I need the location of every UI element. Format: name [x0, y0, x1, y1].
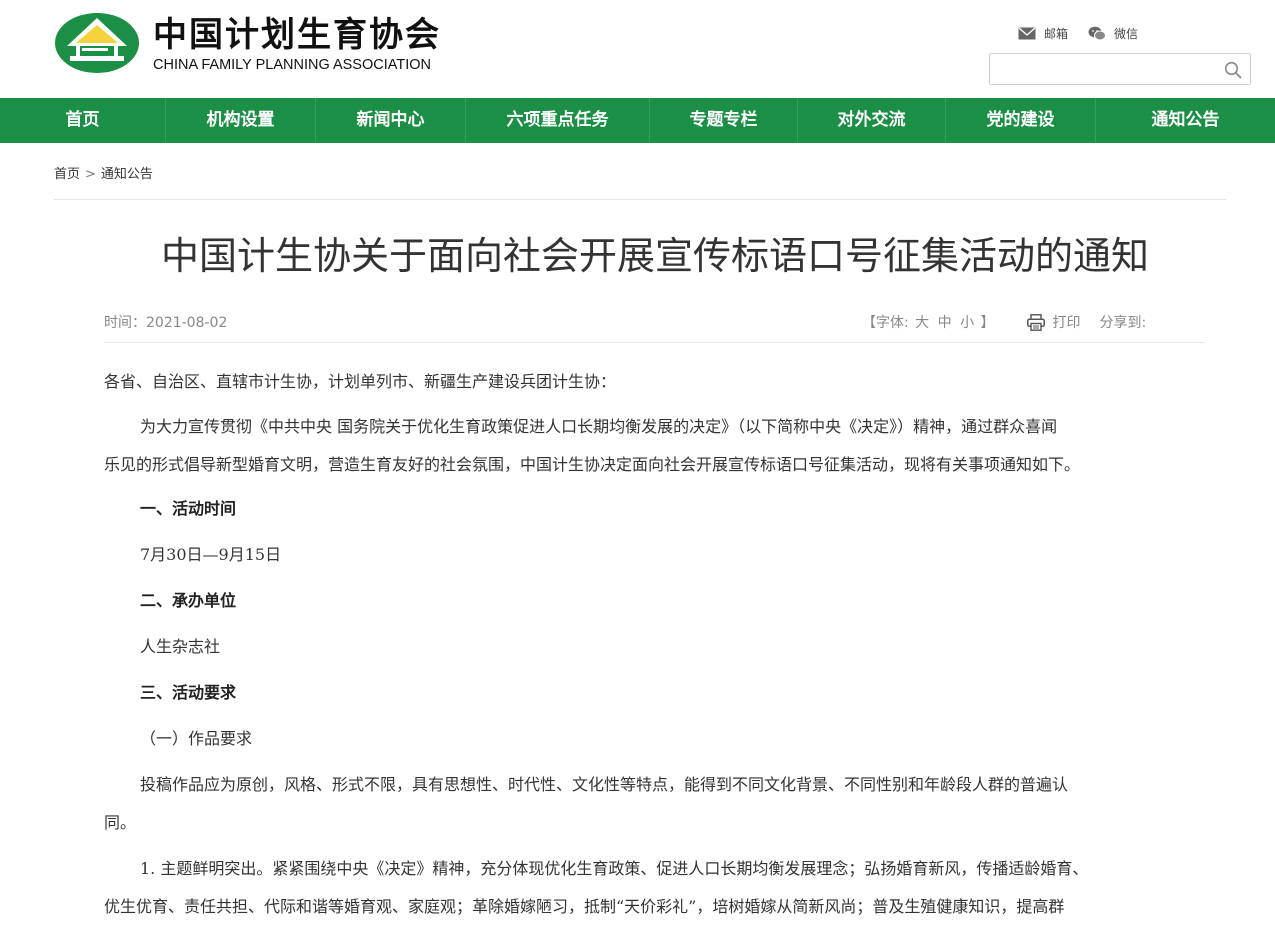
main-nav: 首页 机构设置 新闻中心 六项重点任务 专题专栏 对外交流 党的建设 通知公告 — [0, 98, 1275, 143]
printer-icon — [1026, 313, 1045, 331]
search-input[interactable] — [990, 54, 1210, 84]
publish-time: 时间：2021-08-02 — [104, 315, 228, 331]
article-paragraph: 同。 — [104, 813, 137, 832]
print-button[interactable]: 打印 — [1026, 312, 1081, 332]
article-paragraph: 投稿作品应为原创，风格、形式不限，具有思想性、时代性、文化性等特点，能得到不同文… — [140, 775, 1069, 794]
article-paragraph: 优生优育、责任共担、代际和谐等婚育观、家庭观；革除婚嫁陋习，抵制“天价彩礼”，培… — [104, 897, 1065, 916]
nav-item-special-topics[interactable]: 专题专栏 — [650, 98, 798, 143]
nav-item-organization[interactable]: 机构设置 — [166, 98, 316, 143]
logo-icon[interactable] — [54, 12, 140, 74]
print-label: 打印 — [1052, 315, 1081, 331]
nav-item-party-building[interactable]: 党的建设 — [946, 98, 1096, 143]
page-title: 中国计生协关于面向社会开展宣传标语口号征集活动的通知 — [160, 234, 1149, 278]
nav-item-news[interactable]: 新闻中心 — [316, 98, 466, 143]
article-paragraph: 乐见的形式倡导新型婚育文明，营造生育友好的社会氛围，中国计生协决定面向社会开展宣… — [104, 455, 1081, 474]
search-icon[interactable] — [1224, 61, 1242, 79]
breadcrumb-home-link[interactable]: 首页 — [54, 167, 80, 182]
nav-item-foreign-exchange[interactable]: 对外交流 — [798, 98, 946, 143]
logo-subtitle: CHINA FAMILY PLANNING ASSOCIATION — [153, 57, 431, 73]
article-paragraph: 为大力宣传贯彻《中共中央 国务院关于优化生育政策促进人口长期均衡发展的决定》（以… — [140, 417, 1058, 436]
mail-label: 邮箱 — [1044, 26, 1069, 41]
divider — [54, 199, 1226, 200]
sub-heading: （一）作品要求 — [140, 729, 253, 748]
font-size-medium[interactable]: 中 — [938, 315, 952, 331]
mail-link[interactable]: 邮箱 — [1018, 25, 1068, 42]
font-label-close: 】 — [980, 315, 995, 331]
divider — [104, 342, 1204, 343]
search-box — [989, 53, 1251, 85]
article-paragraph: 各省、自治区、直辖市计生协，计划单列市、新疆生产建设兵团计生协： — [104, 372, 617, 391]
top-links: 邮箱 微信 — [1018, 24, 1158, 42]
article-paragraph: 7月30日—9月15日 — [140, 545, 282, 564]
article-paragraph: 人生杂志社 — [140, 637, 221, 656]
wechat-link[interactable]: 微信 — [1088, 25, 1138, 42]
breadcrumb: 首页 > 通知公告 — [54, 163, 153, 182]
nav-item-home[interactable]: 首页 — [0, 98, 166, 143]
section-heading: 三、活动要求 — [140, 683, 237, 702]
mail-icon — [1018, 26, 1036, 39]
nav-item-key-tasks[interactable]: 六项重点任务 — [466, 98, 650, 143]
share-label: 分享到: — [1099, 315, 1147, 331]
article-tools: 【字体: 大 中 小 】 打印 分享到: — [862, 312, 1146, 332]
breadcrumb-current-link[interactable]: 通知公告 — [101, 167, 153, 182]
wechat-icon — [1088, 26, 1107, 40]
article-paragraph: 1. 主题鲜明突出。紧紧围绕中央《决定》精神，充分体现优化生育政策、促进人口长期… — [140, 859, 1089, 878]
font-size-large[interactable]: 大 — [915, 315, 929, 331]
site-header: 中国计划生育协会 CHINA FAMILY PLANNING ASSOCIATI… — [0, 0, 1275, 98]
breadcrumb-separator: > — [85, 167, 96, 182]
font-size-small[interactable]: 小 — [960, 315, 974, 331]
nav-item-notices[interactable]: 通知公告 — [1096, 98, 1275, 143]
section-heading: 二、承办单位 — [140, 591, 237, 610]
font-size-switcher: 【字体: 大 中 小 】 — [862, 312, 995, 332]
font-label-open: 【字体: — [862, 315, 909, 331]
section-heading: 一、活动时间 — [140, 499, 237, 518]
logo-title[interactable]: 中国计划生育协会 — [153, 15, 441, 55]
wechat-label: 微信 — [1114, 26, 1139, 41]
